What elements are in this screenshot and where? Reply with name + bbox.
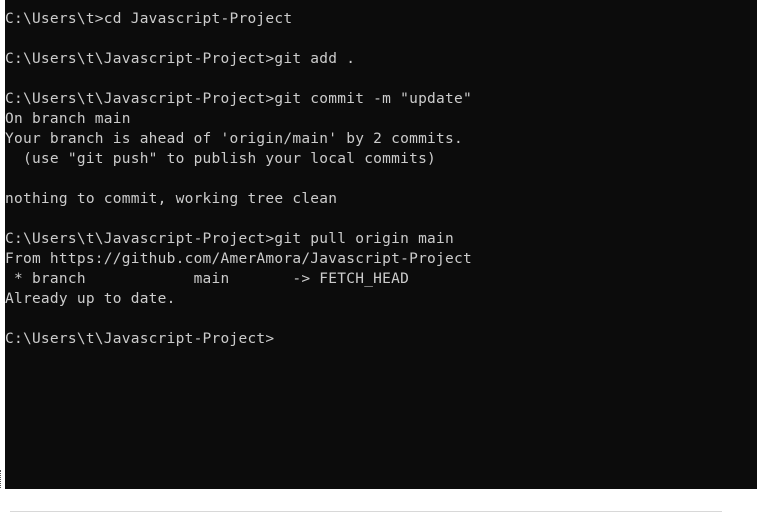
terminal-line: nothing to commit, working tree clean	[5, 191, 338, 207]
terminal-prompt-line[interactable]: C:\Users\t\Javascript-Project>	[5, 329, 274, 349]
window-edge-marker	[0, 470, 3, 488]
terminal-line: On branch main	[5, 111, 131, 127]
command-prompt-window[interactable]: C:\Users\t>cd Javascript-Project C:\User…	[5, 0, 757, 489]
terminal-line: * branch main -> FETCH_HEAD	[5, 271, 410, 287]
screenshot-stage: C:\Users\t>cd Javascript-Project C:\User…	[0, 0, 757, 513]
terminal-line: Already up to date.	[5, 291, 176, 307]
terminal-line: Your branch is ahead of 'origin/main' by…	[5, 131, 463, 147]
terminal-line: C:\Users\t\Javascript-Project>git pull o…	[5, 231, 454, 247]
terminal-line: From https://github.com/AmerAmora/Javasc…	[5, 251, 472, 267]
divider-line	[10, 511, 722, 512]
terminal-line: C:\Users\t>cd Javascript-Project	[5, 11, 293, 27]
terminal-line: C:\Users\t\Javascript-Project>git commit…	[5, 91, 472, 107]
terminal-line: (use "git push" to publish your local co…	[5, 151, 437, 167]
terminal-line: C:\Users\t\Javascript-Project>git add .	[5, 51, 356, 67]
bottom-background-strip	[0, 489, 757, 513]
